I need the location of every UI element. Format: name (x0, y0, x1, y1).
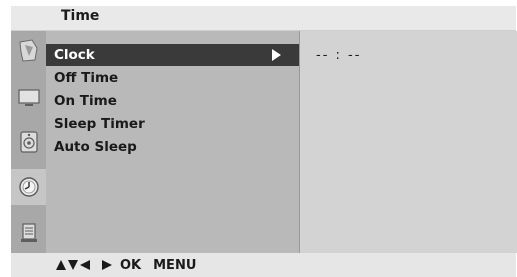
ok-hint: OK (120, 257, 142, 273)
submenu-panel: -- : -- (299, 31, 517, 253)
title-bar: Time (11, 6, 516, 31)
screen-icon (17, 89, 40, 106)
menu-hint: MENU (153, 257, 197, 273)
menu-item-label: Clock (54, 47, 95, 63)
menu-category-column (11, 31, 46, 253)
arrow-left-icon (80, 260, 90, 270)
clock-value[interactable]: -- : -- (316, 48, 361, 63)
category-picture[interactable] (14, 33, 43, 69)
time-menu-osd: Time Clock Off Time On Time Sleep Timer … (11, 6, 517, 277)
time-icon (18, 177, 39, 197)
menu-item-sleep-timer[interactable]: Sleep Timer (46, 113, 299, 135)
menu-item-label: Auto Sleep (54, 139, 137, 155)
submenu-arrow-icon (272, 49, 281, 61)
special-icon (20, 223, 37, 242)
time-menu-list: Clock Off Time On Time Sleep Timer Auto … (46, 31, 299, 253)
menu-item-clock[interactable]: Clock (46, 44, 299, 66)
category-special[interactable] (14, 214, 43, 250)
menu-item-label: Sleep Timer (54, 116, 145, 132)
arrow-right-icon (102, 260, 112, 270)
category-screen[interactable] (14, 79, 43, 115)
navigation-hint-bar: OK MENU (11, 253, 516, 277)
menu-item-label: On Time (54, 93, 117, 109)
category-audio[interactable] (14, 124, 43, 160)
menu-item-label: Off Time (54, 70, 119, 86)
arrow-up-icon (56, 260, 66, 270)
menu-item-off-time[interactable]: Off Time (46, 67, 299, 89)
arrow-down-icon (68, 260, 78, 270)
menu-item-on-time[interactable]: On Time (46, 90, 299, 112)
menu-item-auto-sleep[interactable]: Auto Sleep (46, 136, 299, 158)
category-time[interactable] (11, 169, 46, 205)
nav-arrows (56, 260, 112, 270)
picture-icon (18, 39, 38, 62)
menu-title: Time (61, 8, 100, 24)
audio-icon (19, 131, 38, 153)
